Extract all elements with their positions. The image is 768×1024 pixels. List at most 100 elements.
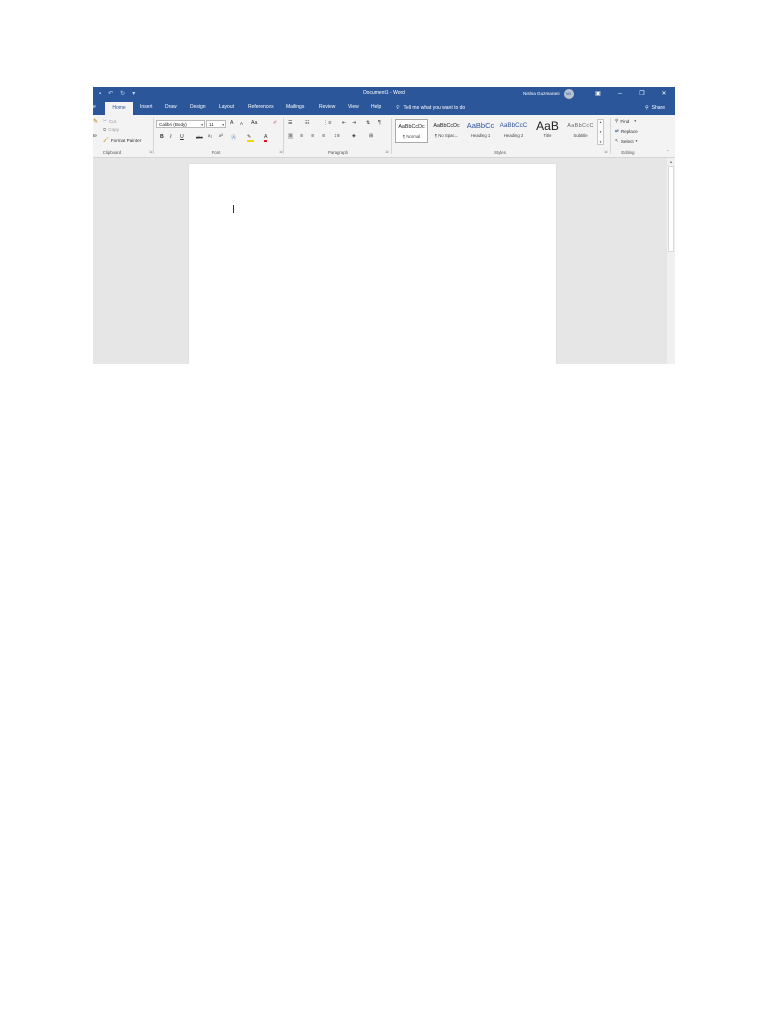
chevron-down-icon[interactable]: ▾	[201, 121, 203, 129]
paste-icon[interactable]: ✎	[93, 118, 98, 125]
chevron-down-icon[interactable]: ▾	[222, 121, 224, 129]
tab-home[interactable]: Home	[105, 102, 133, 115]
highlight-icon[interactable]: ✎	[247, 134, 254, 142]
paragraph-group-label: Paragraph	[327, 150, 349, 155]
align-center-icon[interactable]: ≡	[300, 133, 303, 139]
copy-label: Copy	[108, 127, 120, 132]
document-page[interactable]	[189, 164, 556, 364]
italic-button[interactable]: I	[170, 134, 171, 140]
tab-file[interactable]: e	[93, 100, 96, 115]
text-cursor	[233, 205, 234, 213]
shading-icon[interactable]: ◈	[352, 133, 356, 139]
superscript-button[interactable]: x²	[219, 134, 223, 139]
scrollbar-thumb[interactable]	[668, 166, 674, 252]
style-title[interactable]: AaB Title	[531, 119, 564, 143]
line-spacing-icon[interactable]: ↕≡	[334, 133, 340, 139]
style-name: Heading 2	[503, 133, 524, 138]
title-bar: ▪ ↶ ↻ ▾ Document1 - Word Nislna Guzmaran…	[93, 87, 675, 100]
font-launcher-icon[interactable]: ⇲	[279, 149, 282, 154]
subscript-button[interactable]: x₂	[208, 134, 212, 139]
tell-me-box[interactable]: 💡︎ Tell me what you want to do	[396, 100, 465, 115]
tab-references[interactable]: References	[248, 100, 274, 115]
tab-help[interactable]: Help	[371, 100, 381, 115]
vertical-scrollbar[interactable]: ▴	[667, 158, 675, 364]
avatar[interactable]: NG	[563, 88, 574, 99]
shrink-font-button[interactable]: A	[240, 121, 243, 126]
tab-layout[interactable]: Layout	[219, 100, 234, 115]
find-button[interactable]: ⚲ Find ▾	[615, 118, 636, 124]
word-window: ▪ ↶ ↻ ▾ Document1 - Word Nislna Guzmaran…	[93, 87, 675, 364]
format-painter-button[interactable]: 🖌︎ Format Painter	[103, 137, 141, 143]
style-heading-1[interactable]: AaBbCc Heading 1	[464, 119, 497, 143]
cursor-icon: ↖	[615, 138, 619, 143]
copy-icon: ⧉	[103, 127, 107, 132]
tab-design[interactable]: Design	[190, 100, 206, 115]
tab-insert[interactable]: Insert	[140, 100, 153, 115]
chevron-down-icon[interactable]: ▾	[600, 130, 602, 134]
style-no-spacing[interactable]: AaBbCcDc ¶ No Spac...	[430, 119, 463, 143]
styles-gallery-scroll[interactable]: ▴ ▾ ▾	[597, 119, 604, 145]
user-account[interactable]: Nislna Guzmarani NG	[523, 87, 574, 100]
minimize-icon[interactable]: ─	[609, 87, 631, 100]
sort-icon[interactable]: ⇅	[366, 120, 370, 126]
restore-icon[interactable]: ❐	[631, 87, 653, 100]
show-marks-button[interactable]: ¶	[378, 120, 381, 126]
font-group-label: Font	[211, 150, 221, 155]
cut-button[interactable]: ✂ Cut	[103, 118, 116, 124]
clear-formatting-icon[interactable]: ✐	[273, 120, 277, 126]
font-size-value: 11	[209, 122, 214, 127]
paragraph-launcher-icon[interactable]: ⇲	[385, 149, 388, 154]
collapse-ribbon-icon[interactable]: ⌃	[666, 149, 669, 154]
font-size-box[interactable]: 11 ▾	[206, 120, 226, 128]
bold-button[interactable]: B	[160, 134, 164, 140]
font-color-button[interactable]: A	[264, 134, 268, 142]
multilevel-list-icon[interactable]: ⋮≡	[323, 120, 331, 126]
bullets-icon[interactable]: ☰	[288, 120, 293, 126]
ribbon-display-icon[interactable]: ▣	[587, 87, 609, 100]
grow-font-button[interactable]: A	[230, 120, 233, 126]
text-effects-icon[interactable]: Ⓐ	[231, 134, 236, 141]
copy-button[interactable]: ⧉ Copy	[103, 127, 119, 132]
align-left-icon[interactable]: ≡	[288, 133, 294, 139]
justify-icon[interactable]: ≡	[322, 133, 325, 139]
style-sample: AaBbCcC	[567, 123, 594, 129]
styles-launcher-icon[interactable]: ⇲	[604, 149, 607, 154]
ribbon-tabs: e Home Insert Draw Design Layout Referen…	[93, 100, 675, 115]
underline-button[interactable]: U	[180, 134, 184, 140]
style-sample: AaBbCcDc	[433, 123, 460, 129]
style-sample: AaBbCcDc	[398, 124, 425, 130]
chevron-up-icon[interactable]: ▴	[600, 120, 602, 124]
styles-group-label: Styles	[494, 150, 506, 155]
separator	[610, 118, 611, 154]
scroll-up-icon[interactable]: ▴	[667, 158, 675, 165]
replace-label: Replace	[620, 128, 638, 134]
separator	[283, 118, 284, 154]
style-normal[interactable]: AaBbCcDc ¶ Normal	[395, 119, 428, 143]
clipboard-launcher-icon[interactable]: ⇲	[149, 149, 152, 154]
style-heading-2[interactable]: AaBbCcC Heading 2	[497, 119, 530, 143]
share-button[interactable]: ⚲ Share	[645, 100, 665, 115]
font-name-box[interactable]: Calibri (Body) ▾	[156, 120, 205, 128]
font-name-value: Calibri (Body)	[159, 122, 187, 127]
paste-label[interactable]: te	[93, 133, 97, 138]
style-sample: AaBbCcC	[499, 122, 528, 129]
tab-view[interactable]: View	[348, 100, 359, 115]
borders-icon[interactable]: ⊞	[369, 133, 373, 139]
style-subtitle[interactable]: AaBbCcC Subtitle	[564, 119, 597, 143]
align-right-icon[interactable]: ≡	[311, 133, 314, 139]
tab-draw[interactable]: Draw	[165, 100, 177, 115]
change-case-button[interactable]: Aa	[251, 120, 257, 126]
decrease-indent-icon[interactable]: ⇤	[342, 120, 346, 126]
more-icon[interactable]: ▾	[600, 140, 602, 144]
user-name: Nislna Guzmarani	[523, 91, 560, 96]
increase-indent-icon[interactable]: ⇥	[352, 120, 356, 126]
close-icon[interactable]: ✕	[653, 87, 675, 100]
tab-review[interactable]: Review	[319, 100, 335, 115]
style-name: Heading 1	[470, 133, 491, 138]
strikethrough-button[interactable]: abc	[196, 135, 203, 140]
replace-button[interactable]: ⇄ Replace	[615, 128, 638, 134]
highlighter-icon: ✎	[247, 134, 254, 142]
numbering-icon[interactable]: ☷	[305, 120, 310, 126]
tab-mailings[interactable]: Mailings	[286, 100, 304, 115]
select-button[interactable]: ↖ Select ▾	[615, 138, 637, 144]
